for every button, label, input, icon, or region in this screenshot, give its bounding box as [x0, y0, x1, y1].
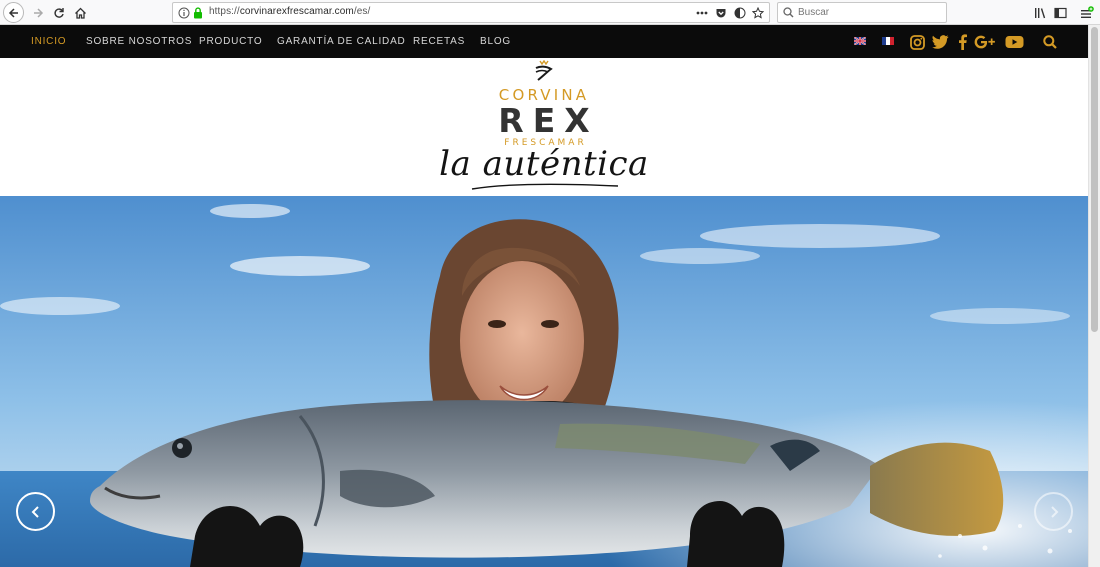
nav-item-producto[interactable]: PRODUCTO [199, 36, 262, 47]
info-icon[interactable] [177, 6, 191, 20]
pocket-icon[interactable] [714, 6, 728, 20]
tracking-protection-icon[interactable] [733, 6, 747, 20]
home-button[interactable] [70, 2, 91, 23]
browser-search-bar[interactable] [777, 2, 947, 23]
nav-item-recetas[interactable]: RECETAS [413, 36, 465, 47]
library-icon [1035, 7, 1046, 18]
back-arrow-icon [8, 7, 18, 18]
twitter-icon[interactable] [931, 33, 949, 51]
forward-button[interactable] [27, 2, 48, 23]
tagline-swash [471, 183, 619, 190]
reload-icon [53, 7, 64, 18]
lock-icon[interactable] [191, 6, 205, 20]
nav-item-blog[interactable]: BLOG [480, 36, 511, 47]
logo-text-rex: REX [498, 101, 599, 140]
site-search-icon[interactable] [1041, 33, 1059, 51]
scrollbar-thumb[interactable] [1091, 27, 1098, 332]
sidebar-button[interactable] [1050, 2, 1071, 23]
google-plus-icon[interactable] [973, 33, 999, 51]
url-scheme: https:// [209, 6, 240, 17]
slider-prev-button[interactable] [16, 492, 55, 531]
bookmark-star-icon[interactable] [751, 6, 765, 20]
forward-arrow-icon [33, 7, 43, 18]
french-flag-icon[interactable] [882, 37, 894, 45]
address-bar[interactable]: https://corvinarexfrescamar.com/es/ [172, 2, 770, 23]
instagram-icon[interactable] [908, 33, 926, 51]
home-icon [75, 7, 86, 19]
browser-search-input[interactable] [798, 5, 938, 20]
page-actions-icon[interactable] [695, 6, 709, 20]
hero-slider [0, 196, 1088, 567]
slider-next-button[interactable] [1034, 492, 1073, 531]
facebook-icon[interactable] [953, 33, 971, 51]
youtube-icon[interactable] [1004, 33, 1024, 51]
browser-toolbar: https://corvinarexfrescamar.com/es/ [0, 0, 1100, 25]
fish-crown-logo-icon [535, 60, 553, 81]
logo-header: CORVINA REX FRESCAMAR la auténtica [0, 58, 1088, 196]
library-button[interactable] [1030, 2, 1051, 23]
nav-item-garantia-de-calidad[interactable]: GARANTÍA DE CALIDAD [277, 36, 406, 47]
url-host: corvinarexfrescamar.com [239, 6, 354, 17]
hero-image-woman-holding-fish [0, 196, 1088, 567]
english-flag-icon[interactable] [854, 37, 866, 45]
hamburger-menu-icon [1080, 5, 1094, 18]
back-button[interactable] [3, 2, 24, 23]
url-text: https://corvinarexfrescamar.com/es/ [209, 6, 370, 17]
page-scrollbar[interactable] [1088, 25, 1100, 567]
logo-tagline: la auténtica [439, 144, 649, 184]
search-icon [783, 7, 794, 18]
menu-button[interactable] [1076, 2, 1097, 23]
site-navigation-bar: INICIO SOBRE NOSOTROS PRODUCTO GARANTÍA … [0, 25, 1088, 58]
reload-button[interactable] [48, 2, 69, 23]
chevron-right-icon [1050, 505, 1058, 518]
url-path: /es/ [353, 6, 371, 17]
nav-item-sobre-nosotros[interactable]: SOBRE NOSOTROS [86, 36, 192, 47]
sidebar-icon [1054, 7, 1067, 18]
nav-item-inicio[interactable]: INICIO [31, 36, 66, 47]
chevron-left-icon [31, 505, 39, 518]
